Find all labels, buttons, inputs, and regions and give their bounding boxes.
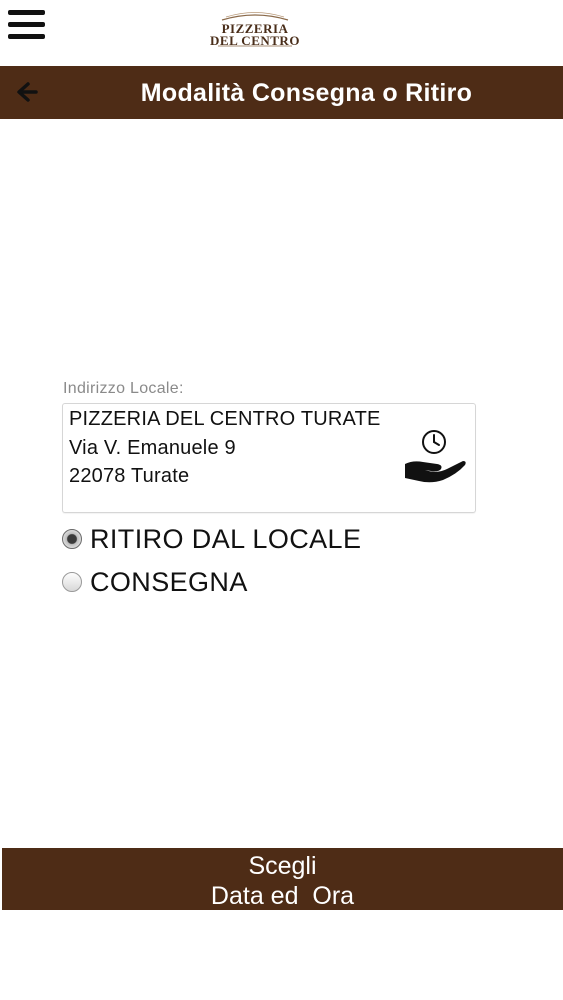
address-box: PIZZERIA DEL CENTRO TURATE Via V. Emanue… <box>62 403 476 513</box>
menu-line <box>8 34 45 39</box>
address-name: PIZZERIA DEL CENTRO TURATE <box>69 408 381 430</box>
option-consegna-label: CONSEGNA <box>90 567 248 597</box>
menu-line <box>8 10 45 15</box>
menu-line <box>8 22 45 27</box>
hand-clock-pickup-icon <box>403 428 469 488</box>
choose-date-time-button[interactable]: Scegli Data ed Ora <box>2 848 563 910</box>
back-arrow-icon[interactable] <box>12 78 40 106</box>
radio-ritiro[interactable] <box>62 529 82 549</box>
choose-button-line-1: Scegli <box>248 852 317 880</box>
radio-consegna[interactable] <box>62 572 82 592</box>
page-header: Modalità Consegna o Ritiro <box>0 66 563 119</box>
logo-line-2: DEL CENTRO <box>210 33 300 48</box>
option-ritiro-label: RITIRO DAL LOCALE <box>90 524 362 554</box>
address-label: Indirizzo Locale: <box>63 380 184 397</box>
top-bar: PIZZERIA DEL CENTRO <box>0 0 563 64</box>
pizzeria-logo: PIZZERIA DEL CENTRO <box>210 8 300 48</box>
address-street: Via V. Emanuele 9 <box>69 437 236 459</box>
choose-button-line-2: Data ed Ora <box>210 882 355 910</box>
page-title: Modalità Consegna o Ritiro <box>140 79 473 107</box>
address-city: 22078 Turate <box>69 465 190 487</box>
hamburger-menu-icon[interactable] <box>8 8 46 40</box>
